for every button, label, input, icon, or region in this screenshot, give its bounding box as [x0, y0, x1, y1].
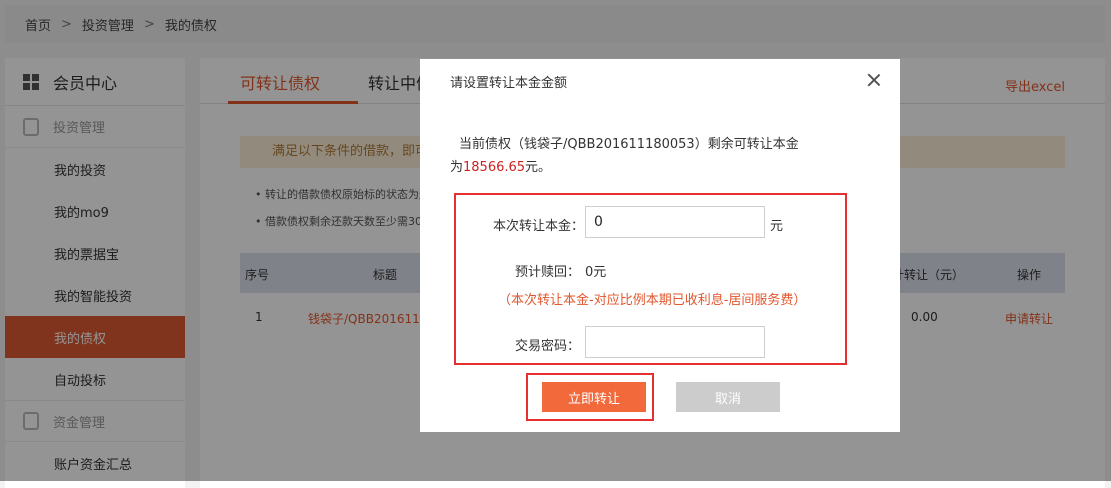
- cancel-button[interactable]: 取消: [676, 382, 780, 412]
- dialog-title: 请设置转让本金金额: [450, 76, 568, 91]
- password-label: 交易密码：: [515, 339, 581, 354]
- principal-unit: 元: [770, 219, 784, 234]
- redeem-value: 0元: [585, 265, 607, 280]
- principal-label: 本次转让本金：: [492, 219, 584, 234]
- remaining-suffix: 元。: [525, 160, 552, 175]
- confirm-transfer-button[interactable]: 立即转让: [542, 382, 646, 412]
- claim-remaining-line: 为18566.65元。: [450, 156, 870, 179]
- close-icon[interactable]: [866, 72, 882, 88]
- principal-input[interactable]: [585, 206, 765, 238]
- transfer-dialog: 请设置转让本金金额 当前债权（钱袋子/QBB201611180053）剩余可转让…: [420, 59, 900, 432]
- redeem-label: 预计赎回：: [515, 265, 581, 280]
- remaining-prefix: 为: [450, 160, 464, 175]
- confirm-highlight: 立即转让: [526, 373, 654, 421]
- claim-info: 当前债权（钱袋子/QBB201611180053）剩余可转让本金 为18566.…: [450, 133, 870, 179]
- remaining-amount: 18566.65: [463, 160, 526, 175]
- trade-password-input[interactable]: [585, 326, 765, 358]
- formula-hint: （本次转让本金-对应比例本期已收利息-居间服务费）: [498, 293, 807, 308]
- claim-info-line: 当前债权（钱袋子/QBB201611180053）剩余可转让本金: [459, 137, 799, 152]
